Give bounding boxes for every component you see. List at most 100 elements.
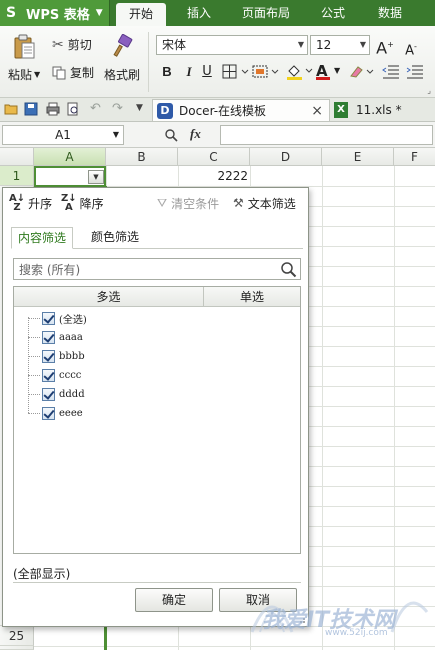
paste-icon[interactable] [14, 34, 36, 60]
autofilter-panel: A↓ Z 升序 Z↓ A 降序 ⛛ 清空条件 ⚒ 文本筛选 内容筛选 颜色筛选 搜索… [2, 187, 309, 627]
copy-button[interactable]: 复制 [52, 64, 94, 81]
chevron-down-icon: ▼ [334, 66, 341, 75]
bold-button[interactable]: B [158, 63, 176, 81]
spreadsheet-file-icon: X [334, 102, 348, 118]
list-item-select-all[interactable]: (全选) [28, 309, 87, 327]
column-header-e[interactable]: E [322, 148, 394, 166]
column-header-c[interactable]: C [178, 148, 250, 166]
tab-formulas[interactable]: 公式 [310, 0, 356, 26]
select-all-corner[interactable] [0, 148, 34, 166]
redo-icon[interactable]: ↷ [112, 101, 123, 116]
print-preview-icon[interactable] [66, 102, 80, 116]
column-header-d[interactable]: D [250, 148, 322, 166]
tab-color-filter[interactable]: 颜色筛选 [85, 227, 145, 249]
doc-tab-file[interactable]: X 11.xls * [334, 99, 434, 121]
save-icon[interactable] [24, 102, 38, 116]
list-item-label: cccc [59, 369, 82, 381]
shrink-font-button[interactable]: A- [402, 38, 420, 58]
column-header-b[interactable]: B [106, 148, 178, 166]
zoom-icon[interactable] [164, 128, 180, 142]
app-menu-button[interactable]: S WPS 表格 ▼ [0, 0, 110, 26]
merge-cells-icon[interactable] [252, 64, 282, 80]
tab-home[interactable]: 开始 [116, 3, 166, 26]
column-header-f[interactable]: F [394, 148, 435, 166]
borders-icon[interactable] [222, 64, 252, 80]
doc-tab-label: Docer-在线模板 [179, 104, 267, 118]
font-color-button[interactable]: A ▼ [316, 62, 346, 82]
list-item-label: dddd [59, 388, 85, 400]
increase-indent-icon[interactable] [406, 64, 424, 80]
fill-color-icon[interactable] [286, 63, 316, 81]
filter-tabs: 内容筛选 颜色筛选 [11, 227, 303, 249]
list-item[interactable]: cccc [28, 366, 81, 384]
decrease-indent-icon[interactable] [382, 64, 400, 80]
list-item[interactable]: dddd [28, 385, 85, 403]
sort-ascending-button[interactable]: A↓ Z 升序 [9, 193, 52, 213]
row-header-26[interactable]: 26 [0, 646, 34, 650]
app-name: WPS 表格 [26, 7, 90, 23]
paste-label: 粘贴 [8, 68, 33, 82]
tab-insert[interactable]: 插入 [174, 0, 224, 26]
column-header-a[interactable]: A [34, 148, 106, 166]
checkbox[interactable] [42, 387, 55, 401]
dialog-launcher-icon[interactable]: ⌟ [427, 86, 431, 95]
clear-filter-icon: ⛛ [157, 195, 168, 210]
formula-input[interactable] [220, 125, 433, 145]
cell-c1[interactable]: 2222 [178, 166, 248, 186]
list-item[interactable]: bbbb [28, 347, 85, 365]
show-all-link[interactable]: (全部显示) [13, 565, 70, 582]
ok-button[interactable]: 确定 [135, 588, 213, 612]
checkbox[interactable] [42, 406, 55, 420]
underline-button[interactable]: U [198, 63, 216, 81]
tab-data[interactable]: 数据 [366, 0, 414, 26]
watermark-url: www.52ij.com [325, 628, 388, 638]
grow-font-icon: A [376, 38, 388, 58]
checkbox[interactable] [42, 311, 55, 325]
row-header-25[interactable]: 25 [0, 626, 34, 646]
format-painter-label: 格式刷 [104, 68, 141, 82]
font-size-select[interactable]: 12 ▼ [310, 35, 370, 55]
sort-descending-button[interactable]: Z↓ A 降序 [61, 194, 104, 213]
checkbox[interactable] [42, 330, 55, 344]
list-item-label: bbbb [59, 350, 85, 362]
filter-dropdown-button[interactable]: ▼ [88, 170, 104, 184]
name-box[interactable]: A1 ▼ [2, 125, 124, 145]
single-select-header[interactable]: 单选 [204, 287, 300, 307]
clear-format-icon[interactable] [348, 64, 376, 80]
cell-reference: A1 [55, 128, 71, 142]
checkbox[interactable] [42, 349, 55, 363]
customize-toolbar-icon[interactable]: ▼ [136, 103, 143, 113]
tab-page-layout[interactable]: 页面布局 [232, 0, 300, 26]
chevron-down-icon: ▼ [297, 40, 304, 49]
tab-content-filter[interactable]: 内容筛选 [11, 227, 74, 249]
search-icon[interactable] [280, 261, 297, 278]
sort-descending-label: 降序 [79, 196, 104, 211]
tools-icon: ⚒ [233, 196, 244, 210]
row-header-1[interactable]: 1 [0, 166, 34, 186]
sort-ascending-icon: A↓ Z [9, 193, 26, 213]
text-filter-button[interactable]: ⚒ 文本筛选 [233, 194, 296, 212]
undo-icon[interactable]: ↶ [90, 101, 101, 116]
font-name-select[interactable]: 宋体 ▼ [156, 35, 308, 55]
quick-access-bar: ↶ ↷ ▼ D Docer-在线模板 × X 11.xls * [0, 98, 435, 122]
format-painter-icon[interactable] [110, 34, 134, 58]
open-folder-icon[interactable] [4, 102, 18, 116]
list-item[interactable]: aaaa [28, 328, 83, 346]
list-item[interactable]: eeee [28, 404, 83, 422]
insert-function-icon[interactable]: fx [190, 126, 201, 142]
format-painter-button[interactable]: 格式刷 [104, 66, 140, 83]
title-bar: S WPS 表格 ▼ 开始 插入 页面布局 公式 数据 [0, 0, 435, 26]
grow-font-button[interactable]: A+ [376, 36, 394, 58]
italic-button[interactable]: I [180, 63, 198, 81]
close-icon[interactable]: × [311, 103, 323, 119]
cut-button[interactable]: ✂ 剪切 [52, 36, 92, 53]
clear-filter-button[interactable]: ⛛ 清空条件 [157, 194, 219, 212]
filter-search-input[interactable]: 搜索 (所有) [13, 258, 301, 280]
search-placeholder: 搜索 (所有) [19, 263, 81, 277]
doc-tab-docer[interactable]: D Docer-在线模板 × [152, 99, 330, 121]
paste-button[interactable]: 粘贴 ▼ [8, 66, 40, 83]
checkbox[interactable] [42, 368, 55, 382]
print-icon[interactable] [46, 102, 60, 116]
chevron-down-icon: ▼ [95, 8, 103, 18]
multi-select-header[interactable]: 多选 [14, 287, 204, 307]
